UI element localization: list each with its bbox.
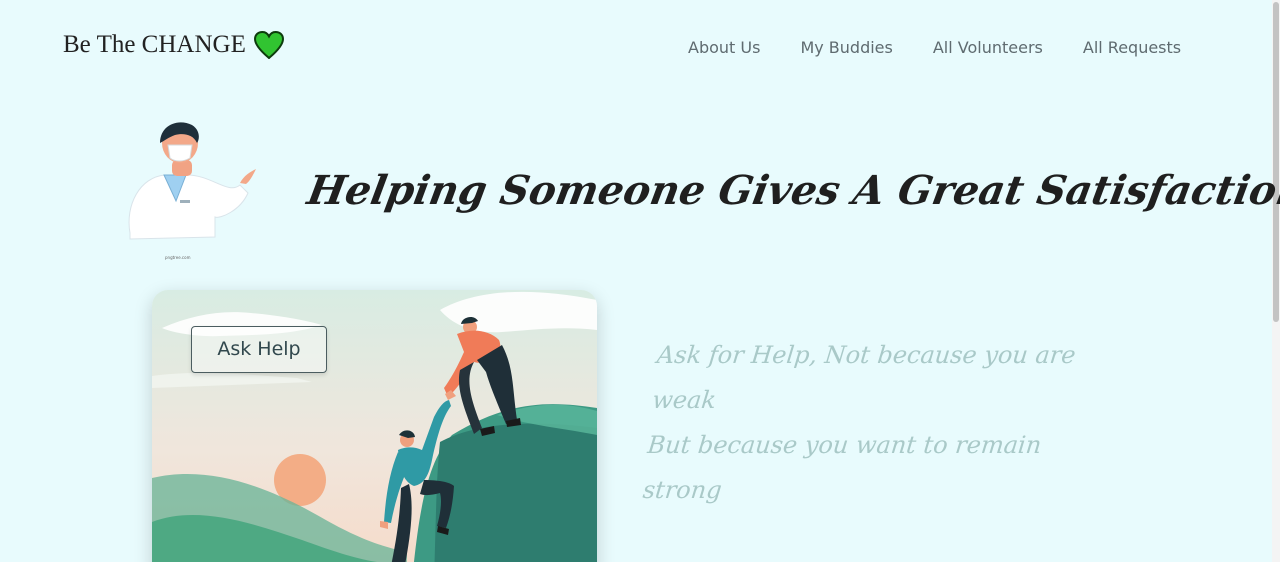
nav-my-buddies[interactable]: My Buddies xyxy=(800,38,892,57)
quote-line-2: But because you want to remain xyxy=(646,431,1043,459)
brand[interactable]: Be The CHANGE xyxy=(63,30,284,60)
top-nav: About Us My Buddies All Volunteers All R… xyxy=(688,38,1220,57)
nav-all-volunteers[interactable]: All Volunteers xyxy=(933,38,1043,57)
doctor-image-caption: pngtree.com xyxy=(165,255,191,260)
quote-line-3: strong xyxy=(641,476,724,504)
vertical-scrollbar[interactable] xyxy=(1272,0,1280,562)
page: Be The CHANGE About Us My Buddies All Vo… xyxy=(0,0,1280,562)
nav-all-requests[interactable]: All Requests xyxy=(1083,38,1181,57)
nav-about-us[interactable]: About Us xyxy=(688,38,760,57)
doctor-illustration xyxy=(120,115,270,265)
hero-quote: Ask for Help, Not because you are weak B… xyxy=(641,333,1130,513)
hero-headline: Helping Someone Gives A Great Satisfacti… xyxy=(303,166,1280,214)
ask-help-button[interactable]: Ask Help xyxy=(191,326,327,373)
scrollbar-thumb[interactable] xyxy=(1273,2,1279,322)
quote-line-1: Ask for Help, Not because you are weak xyxy=(650,341,1078,414)
brand-name: Be The CHANGE xyxy=(63,31,246,58)
heart-icon xyxy=(253,30,284,60)
